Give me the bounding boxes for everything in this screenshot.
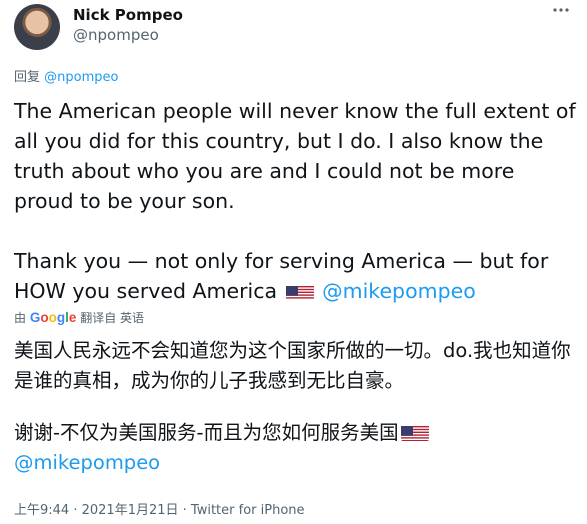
tweet-paragraph-1: The American people will never know the … — [14, 99, 576, 213]
translated-paragraph-2-text: 谢谢-不仅为美国服务-而且为您如何服务美国 — [14, 421, 399, 444]
avatar[interactable] — [14, 4, 60, 50]
tweet-time[interactable]: 上午9:44 — [14, 503, 69, 518]
more-options-icon[interactable] — [548, 0, 574, 26]
tweet-body: The American people will never know the … — [14, 96, 580, 306]
reply-prefix: 回复 — [14, 70, 41, 85]
tweet-metadata: 上午9:44 · 2021年1月21日 · Twitter for iPhone — [14, 499, 305, 518]
paragraph-spacer — [14, 396, 580, 418]
google-logo[interactable]: Google — [30, 310, 77, 325]
us-flag-icon — [285, 282, 314, 300]
meta-separator: · — [69, 503, 82, 518]
more-options-icon-glyph — [553, 8, 569, 12]
translated-by-label: 由 — [14, 311, 27, 325]
tweet-mention-link[interactable]: @mikepompeo — [322, 279, 476, 303]
tweet-date[interactable]: 2021年1月21日 — [82, 503, 179, 518]
tweet-source[interactable]: Twitter for iPhone — [191, 503, 305, 518]
tweet-paragraph-2: Thank you — not only for serving America… — [14, 246, 580, 306]
meta-separator: · — [178, 503, 191, 518]
translated-from-label: 翻译自 英语 — [80, 311, 145, 325]
translated-mention-link[interactable]: @mikepompeo — [14, 451, 160, 474]
reply-mention-link[interactable]: @npompeo — [44, 70, 118, 85]
paragraph-spacer — [14, 216, 580, 246]
translated-body: 美国人民永远不会知道您为这个国家所做的一切。do.我也知道你是谁的真相，成为你的… — [14, 336, 580, 478]
reply-context: 回复 @npompeo — [14, 66, 118, 85]
author-handle[interactable]: @npompeo — [73, 26, 159, 44]
us-flag-icon — [400, 423, 429, 441]
translated-paragraph-2: 谢谢-不仅为美国服务-而且为您如何服务美国 @mikepompeo — [14, 418, 580, 478]
translated-paragraph-1: 美国人民永远不会知道您为这个国家所做的一切。do.我也知道你是谁的真相，成为你的… — [14, 339, 571, 392]
author-name[interactable]: Nick Pompeo — [73, 6, 183, 24]
translation-attribution: 由 Google 翻译自 英语 — [14, 309, 144, 326]
tweet-header: Nick Pompeo @npompeo — [14, 4, 574, 50]
